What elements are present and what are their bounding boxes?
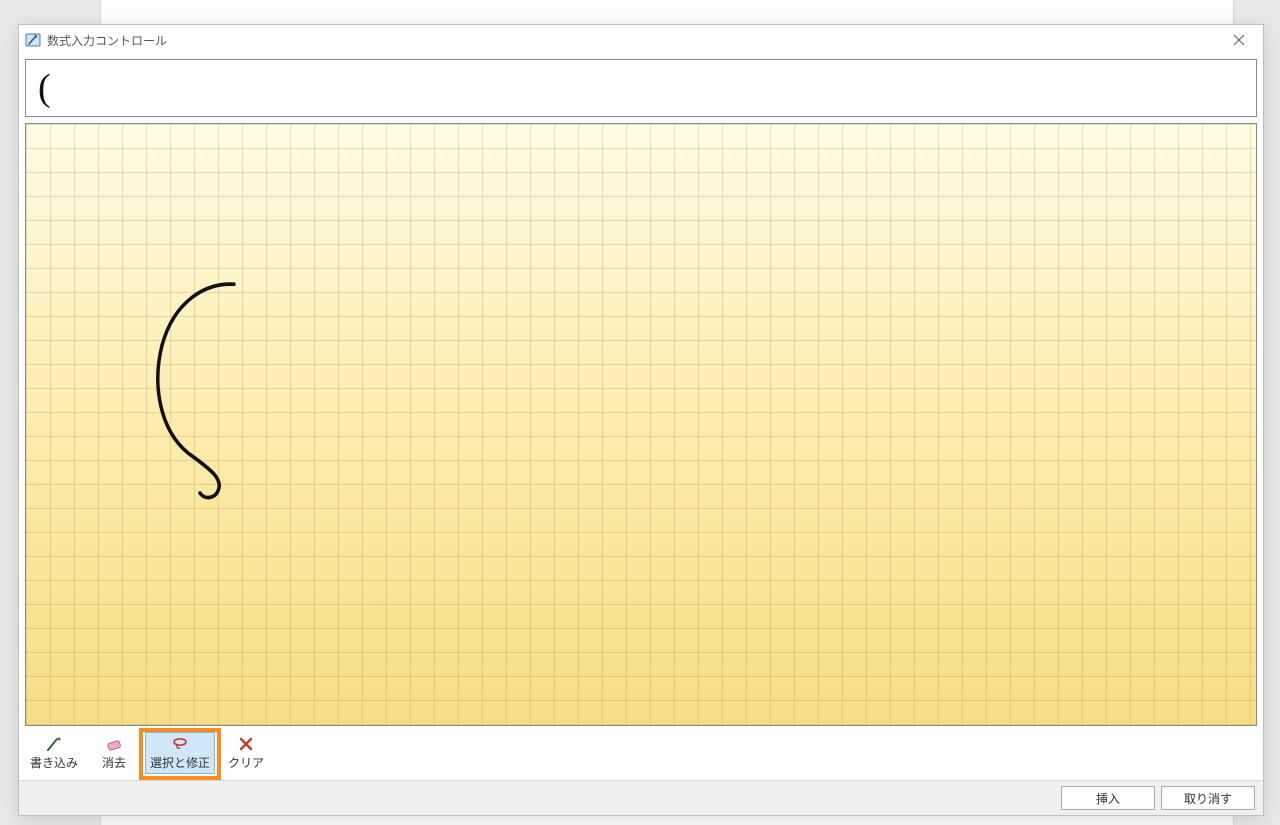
erase-tool[interactable]: 消去 bbox=[85, 732, 143, 774]
formula-preview: ( bbox=[25, 59, 1257, 117]
math-input-dialog: 数式入力コントロール ( 書き込み bbox=[18, 24, 1264, 816]
write-tool[interactable]: 書き込み bbox=[25, 732, 83, 774]
ink-canvas[interactable] bbox=[25, 123, 1257, 726]
pen-icon bbox=[45, 735, 63, 753]
parent-window-strip-top bbox=[100, 0, 1234, 24]
clear-icon bbox=[237, 735, 255, 753]
cancel-button-label: 取り消す bbox=[1184, 790, 1232, 807]
dialog-button-bar: 挿入 取り消す bbox=[19, 780, 1263, 815]
eraser-icon bbox=[105, 735, 123, 753]
tool-row: 書き込み 消去 選択と修正 bbox=[19, 730, 1263, 780]
parent-window-strip-bottom bbox=[100, 815, 1234, 825]
titlebar[interactable]: 数式入力コントロール bbox=[19, 25, 1263, 55]
close-button[interactable] bbox=[1219, 26, 1259, 54]
cancel-button[interactable]: 取り消す bbox=[1161, 786, 1255, 810]
app-icon bbox=[25, 32, 41, 48]
insert-button[interactable]: 挿入 bbox=[1061, 786, 1155, 810]
ink-strokes bbox=[26, 124, 1256, 725]
clear-tool-label: クリア bbox=[228, 754, 264, 771]
window-title: 数式入力コントロール bbox=[47, 32, 167, 49]
clear-tool[interactable]: クリア bbox=[217, 732, 275, 774]
select-tool-label: 選択と修正 bbox=[150, 754, 210, 771]
lasso-icon bbox=[171, 735, 189, 753]
erase-tool-label: 消去 bbox=[102, 754, 126, 771]
select-tool[interactable]: 選択と修正 bbox=[145, 732, 215, 774]
insert-button-label: 挿入 bbox=[1096, 790, 1120, 807]
write-tool-label: 書き込み bbox=[30, 754, 78, 771]
formula-preview-text: ( bbox=[38, 66, 51, 110]
close-icon bbox=[1233, 34, 1245, 46]
